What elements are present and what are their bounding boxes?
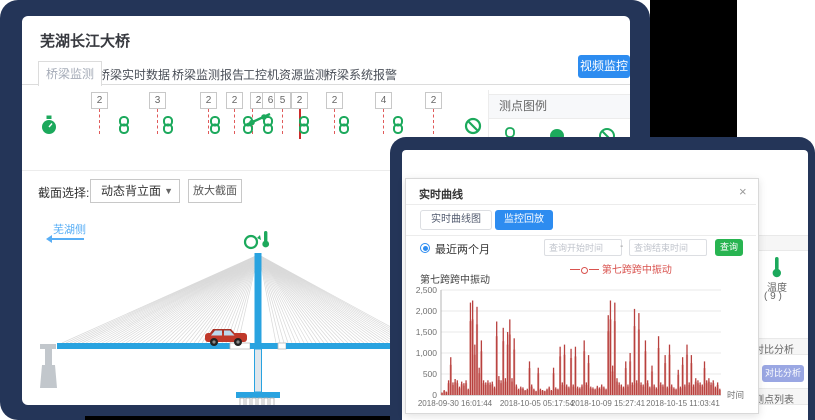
deck-joint — [278, 343, 286, 349]
sensor-count-badge: 2 — [291, 92, 308, 109]
compare-section-label: 对比分析 — [754, 341, 794, 356]
sensor-drop-line — [383, 109, 384, 134]
x-axis-label: 时间 — [727, 390, 744, 400]
dialog-title-divider — [406, 204, 756, 205]
background-black-area — [650, 0, 737, 140]
sensor-count-badge: 2 — [91, 92, 108, 109]
dialog-tabs-divider — [406, 235, 756, 236]
tab-ipc-resource-monitor[interactable]: 工控机资源监测 — [243, 66, 327, 83]
tab-bridge-monitoring[interactable]: 桥梁监测 — [38, 61, 102, 86]
sensor-drop-line — [433, 109, 434, 134]
legend-line-icon — [570, 269, 580, 271]
chart-legend: 第七跨跨中振动 — [536, 261, 706, 276]
sidebar-band — [757, 235, 808, 251]
foundation-piles — [240, 398, 274, 405]
pylon-lower — [255, 349, 262, 392]
thermometer-icon — [770, 256, 784, 278]
foundation-cap — [236, 392, 280, 398]
sensor-drop-line — [99, 109, 100, 134]
link-sensor-icon — [162, 116, 174, 134]
x-axis-tick: 2018-09-30 16:01:44 — [418, 399, 493, 408]
sensor-count-badge: 5 — [274, 92, 291, 109]
page-title: 芜湖长江大桥 — [40, 30, 130, 51]
no-entry-icon — [464, 117, 482, 135]
sensor-drop-line — [234, 109, 235, 134]
sensor-count-badge: 2 — [326, 92, 343, 109]
legend-series-label: 第七跨跨中振动 — [602, 265, 672, 276]
enlarge-section-button[interactable]: 放大截面 — [188, 179, 242, 203]
tab-bridge-realtime-data[interactable]: 桥梁实时数据 — [98, 66, 170, 83]
screenshot-stage: 芜湖长江大桥 桥梁监测 桥梁实时数据 桥梁监测报告 工控机资源监测 桥梁系统报警… — [0, 0, 815, 420]
compare-analysis-button[interactable]: 对比分析 — [762, 365, 804, 382]
tabbar-divider — [22, 84, 630, 85]
bridge-cables — [62, 255, 420, 343]
point-list-label: 测点列表 — [754, 391, 794, 406]
section-select-label: 截面选择: — [38, 184, 89, 201]
thermometer-icon — [262, 231, 269, 247]
legend-line-icon — [589, 269, 599, 271]
sensor-count-badge: 2 — [425, 92, 442, 109]
x-axis-tick: 2018-10-15 11:03:41 — [646, 399, 720, 408]
bridge-pylon — [255, 253, 262, 345]
y-axis-tick: 1,000 — [416, 348, 438, 358]
chart-plot: 05001,0001,5002,0002,5002018-09-30 16:01… — [409, 279, 754, 411]
close-icon[interactable]: × — [739, 184, 747, 199]
query-start-time-input[interactable] — [544, 239, 622, 256]
y-axis-tick: 2,500 — [416, 285, 438, 295]
link-sensor-icon — [392, 116, 404, 134]
legend-panel-title: 测点图例 — [499, 95, 547, 118]
sensor-count-badge: 3 — [149, 92, 166, 109]
last-two-months-label: 最近两个月 — [435, 241, 490, 257]
section-select-dropdown[interactable]: 动态背立面 ▼ — [90, 179, 180, 203]
dialog-title: 实时曲线 — [419, 186, 463, 202]
date-range-separator: - — [620, 241, 623, 252]
sensor-drop-line — [282, 109, 283, 134]
legend-marker-icon — [581, 267, 588, 274]
sensor-drop-line — [157, 109, 158, 134]
bridge-deck — [57, 343, 230, 349]
sensor-drop-line — [334, 109, 335, 134]
tab-bridge-monitor-report[interactable]: 桥梁监测报告 — [172, 66, 244, 83]
stopwatch-icon — [40, 115, 58, 135]
x-axis-tick: 2018-10-09 15:27:41 — [571, 399, 646, 408]
link-sensor-icon — [118, 116, 130, 134]
legend-panel-header: 测点图例 — [489, 94, 630, 119]
last-two-months-radio[interactable] — [420, 243, 430, 253]
left-pier — [40, 344, 57, 388]
y-axis-tick: 500 — [423, 369, 437, 379]
tab-realtime-curve-chart[interactable]: 实时曲线图 — [420, 210, 492, 230]
query-end-time-input[interactable] — [629, 239, 707, 256]
inclinometer-icon — [244, 110, 274, 128]
tab-monitor-playback[interactable]: 监控回放 — [495, 210, 553, 230]
realtime-curve-dialog: 实时曲线 × 实时曲线图 监控回放 最近两个月 - 查询 第七跨跨中振动 第七跨… — [405, 178, 759, 414]
y-axis-tick: 2,000 — [416, 306, 438, 316]
chevron-down-icon: ▼ — [164, 180, 173, 202]
tab-bridge-system-alarm[interactable]: 桥梁系统报警 — [325, 66, 397, 83]
y-axis-tick: 1,500 — [416, 327, 438, 337]
bridge-schematic — [22, 225, 432, 405]
sensor-count-badge: 2 — [200, 92, 217, 109]
link-sensor-icon — [209, 116, 221, 134]
bridge-deck — [250, 343, 278, 349]
link-sensor-icon — [506, 128, 514, 137]
sensor-count-badge: 4 — [375, 92, 392, 109]
video-monitor-button[interactable]: 视频监控 — [578, 55, 630, 78]
link-sensor-icon — [338, 116, 350, 134]
link-sensor-icon — [298, 116, 310, 134]
x-axis-tick: 2018-10-05 05:17:54 — [500, 399, 575, 408]
sensor-count-badge: 2 — [226, 92, 243, 109]
temperature-count: ( 9 ) — [764, 291, 782, 302]
section-select-value: 动态背立面 — [101, 180, 161, 202]
vibration-chart: 05001,0001,5002,0002,5002018-09-30 16:01… — [409, 279, 754, 411]
rotation-sensor-icon — [245, 235, 261, 248]
query-button[interactable]: 查询 — [715, 239, 743, 256]
